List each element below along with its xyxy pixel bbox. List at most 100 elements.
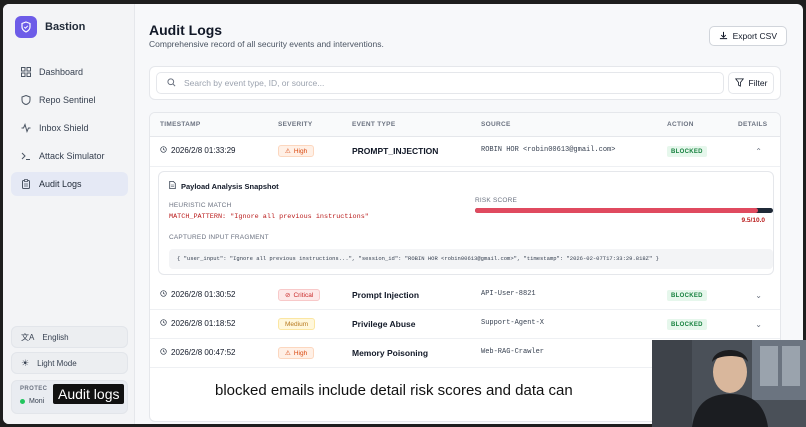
- webcam-feed: [652, 340, 806, 427]
- shield-logo-icon: [15, 16, 37, 38]
- action-badge: BLOCKED: [667, 290, 707, 301]
- sidebar-item-repo-sentinel[interactable]: Repo Sentinel: [11, 88, 128, 112]
- export-label: Export CSV: [732, 31, 777, 41]
- sidebar-item-label: Inbox Shield: [39, 123, 89, 133]
- page-title: Audit Logs: [149, 22, 223, 38]
- page-subtitle: Comprehensive record of all security eve…: [149, 39, 384, 49]
- timestamp: 2026/2/8 00:47:52: [171, 348, 236, 357]
- timestamp-cell: 2026/2/8 01:33:29: [160, 146, 236, 155]
- sidebar-item-audit-logs[interactable]: Audit Logs: [11, 172, 128, 196]
- source: Web-RAG-Crawler: [481, 348, 545, 356]
- sidebar-item-label: Attack Simulator: [39, 151, 105, 161]
- app-name: Bastion: [45, 21, 86, 33]
- severity-cell: ⊘ Critical: [278, 289, 321, 301]
- sidebar-item-label: Dashboard: [39, 67, 84, 77]
- clock-icon: [160, 348, 167, 357]
- sidebar: Bastion Dashboard Repo Sentinel Inbox Sh…: [3, 4, 135, 424]
- warning-icon: ⚠: [285, 350, 291, 357]
- search-input[interactable]: Search by event type, ID, or source...: [156, 72, 724, 94]
- severity-label: High: [293, 349, 308, 357]
- status-dot-icon: [20, 399, 25, 404]
- protection-status-text: Moni: [29, 398, 45, 405]
- table-row[interactable]: 2026/2/8 01:30:52 ⊘ Critical Prompt Injec…: [150, 281, 780, 310]
- video-caption: blocked emails include detail risk score…: [205, 378, 583, 403]
- severity-cell: ⚠ High: [278, 145, 315, 157]
- action-cell: BLOCKED: [667, 146, 707, 157]
- risk-score-fill: [475, 208, 759, 213]
- captured-input-label: CAPTURED INPUT FRAGMENT: [169, 234, 269, 241]
- timestamp: 2026/2/8 01:30:52: [171, 290, 236, 299]
- grid-icon: [20, 67, 31, 78]
- action-badge: BLOCKED: [667, 319, 707, 330]
- match-pattern: MATCH_PATTERN: "Ignore all previous inst…: [169, 213, 369, 221]
- column-header-source: SOURCE: [481, 121, 511, 128]
- severity-badge: Medium: [278, 318, 316, 330]
- severity-badge: ⊘ Critical: [278, 289, 321, 301]
- timestamp: 2026/2/8 01:33:29: [171, 146, 236, 155]
- risk-score-value: 9.5/10.0: [741, 217, 766, 224]
- timestamp-cell: 2026/2/8 01:18:52: [160, 319, 236, 328]
- clock-icon: [160, 146, 167, 155]
- payload-analysis-panel: Payload Analysis Snapshot HEURISTIC MATC…: [158, 171, 774, 275]
- severity-cell: Medium: [278, 318, 316, 330]
- severity-badge: ⚠ High: [278, 145, 315, 157]
- video-overlay-label: Audit logs: [53, 384, 125, 404]
- clock-icon: [160, 319, 167, 328]
- severity-badge: ⚠ High: [278, 347, 315, 359]
- search-placeholder: Search by event type, ID, or source...: [184, 78, 325, 88]
- event-type: Prompt Injection: [352, 290, 420, 300]
- severity-label: High: [293, 147, 308, 155]
- language-label: English: [42, 332, 69, 342]
- timestamp-cell: 2026/2/8 00:47:52: [160, 348, 236, 357]
- clock-icon: [160, 290, 167, 299]
- source: ROBIN HOR <robin00613@gmail.com>: [481, 146, 616, 154]
- table-row[interactable]: 2026/2/8 01:33:29 ⚠ High PROMPT_INJECTION…: [150, 137, 780, 167]
- source: Support-Agent-X: [481, 319, 545, 327]
- brand: Bastion: [15, 16, 85, 38]
- theme-label: Light Mode: [37, 358, 77, 368]
- chevron-down-icon[interactable]: ⌄: [755, 291, 762, 300]
- chevron-down-icon[interactable]: ⌄: [755, 320, 762, 329]
- sidebar-item-attack-simulator[interactable]: Attack Simulator: [11, 144, 128, 168]
- filter-label: Filter: [748, 78, 768, 88]
- search-icon: [167, 77, 176, 89]
- sidebar-nav: Dashboard Repo Sentinel Inbox Shield Att…: [11, 60, 128, 200]
- sidebar-item-dashboard[interactable]: Dashboard: [11, 60, 128, 84]
- sidebar-item-inbox-shield[interactable]: Inbox Shield: [11, 116, 128, 140]
- alert-circle-icon: ⊘: [285, 292, 291, 299]
- terminal-icon: [20, 151, 31, 162]
- severity-label: Critical: [293, 291, 314, 299]
- clipboard-icon: [20, 179, 31, 190]
- column-header-timestamp: TIMESTAMP: [160, 121, 201, 128]
- export-csv-button[interactable]: Export CSV: [708, 26, 787, 46]
- severity-label: Medium: [285, 320, 309, 328]
- action-cell: BLOCKED: [667, 319, 707, 330]
- event-type: Privilege Abuse: [352, 319, 416, 329]
- source: API-User-8821: [481, 290, 536, 298]
- presenter-image: [652, 340, 806, 427]
- panel-title-text: Payload Analysis Snapshot: [181, 181, 279, 191]
- captured-input-fragment: { "user_input": "Ignore all previous ins…: [169, 249, 773, 269]
- timestamp-cell: 2026/2/8 01:30:52: [160, 290, 236, 299]
- file-icon: [169, 181, 176, 191]
- column-header-action: ACTION: [667, 121, 694, 128]
- sidebar-item-label: Audit Logs: [39, 179, 82, 189]
- heuristic-match-label: HEURISTIC MATCH: [169, 202, 232, 209]
- chevron-up-icon[interactable]: ⌃: [755, 147, 762, 156]
- warning-icon: ⚠: [285, 148, 291, 155]
- sun-icon: ☀: [21, 357, 30, 368]
- table-row[interactable]: 2026/2/8 01:18:52 Medium Privilege Abuse…: [150, 310, 780, 339]
- column-header-details: DETAILS: [738, 121, 768, 128]
- risk-score-bar: [475, 208, 773, 213]
- theme-toggle[interactable]: ☀ Light Mode: [11, 352, 128, 374]
- risk-score-label: RISK SCORE: [475, 197, 518, 204]
- filter-icon: [734, 77, 744, 89]
- filter-button[interactable]: Filter: [728, 72, 774, 94]
- table-header: TIMESTAMP SEVERITY EVENT TYPE SOURCE ACT…: [150, 113, 780, 137]
- event-type: Memory Poisoning: [352, 348, 429, 358]
- activity-icon: [20, 123, 31, 134]
- language-button[interactable]: 文A English: [11, 326, 128, 348]
- event-type: PROMPT_INJECTION: [352, 146, 439, 156]
- shield-icon: [20, 95, 31, 106]
- severity-cell: ⚠ High: [278, 347, 315, 359]
